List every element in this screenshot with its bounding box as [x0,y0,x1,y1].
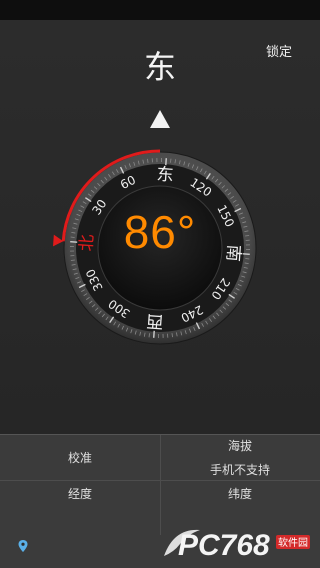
divider-horizontal [0,480,320,481]
status-bar [0,0,320,20]
compass-tick [147,158,149,163]
latitude-label: 纬度 [227,487,252,501]
calibrate-button[interactable]: 校准 [0,449,160,466]
watermark-logo: PC768 软件园 [164,529,310,562]
watermark-text: PC768 [178,529,270,562]
watermark-tag: 软件园 [278,536,308,549]
compass-tick [70,259,75,261]
compass-label-东: 东 [156,165,174,186]
map-pin-icon[interactable] [17,539,29,553]
degree-readout: 86° [123,206,197,258]
altitude-label: 海拔 [227,439,252,453]
lock-button[interactable]: 锁定 [260,37,298,64]
compass-tick [171,333,173,338]
altitude-value: 手机不支持 [209,463,270,477]
compass-label-西: 西 [146,310,164,331]
triangle-pointer-icon [150,110,170,128]
longitude-label: 经度 [67,487,92,501]
